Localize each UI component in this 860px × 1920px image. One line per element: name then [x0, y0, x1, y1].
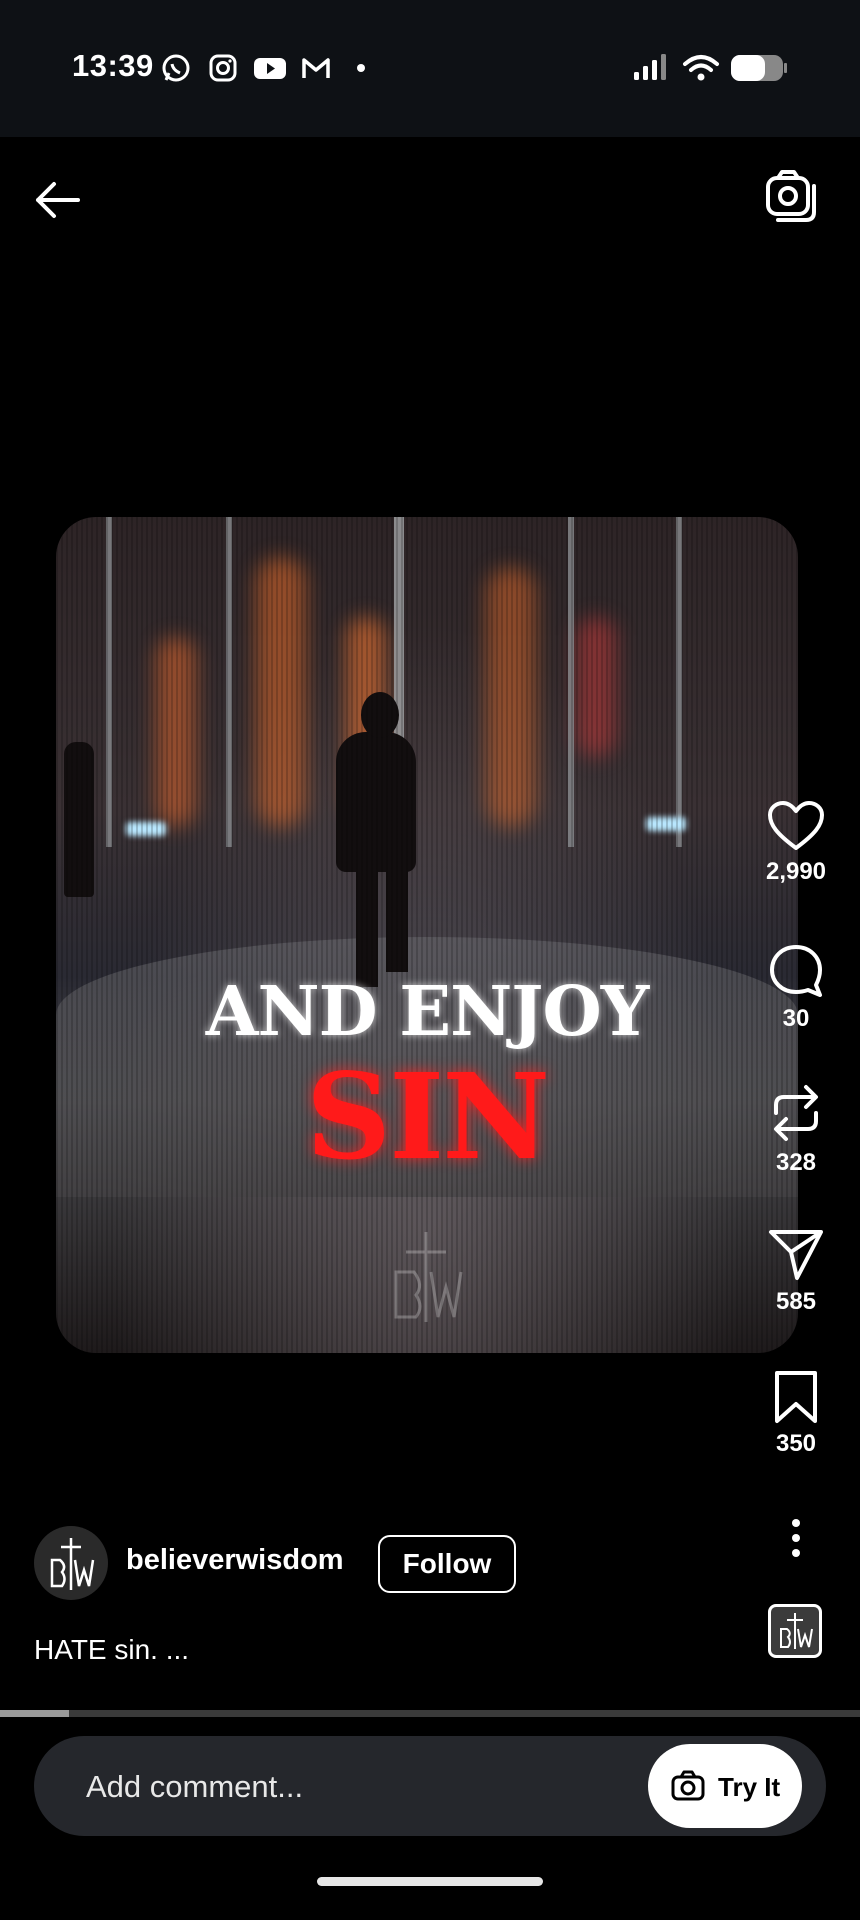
- save-button[interactable]: 350: [756, 1370, 836, 1458]
- btw-logo-icon: [50, 1538, 95, 1590]
- bookmark-icon: [775, 1371, 817, 1423]
- more-options-button[interactable]: [781, 1518, 811, 1558]
- audio-thumbnail[interactable]: [768, 1604, 822, 1658]
- signal-icon: [634, 54, 666, 80]
- comment-bubble-icon: [770, 945, 822, 997]
- post-caption[interactable]: HATE sin. ...: [34, 1634, 189, 1666]
- video-progress-fill: [0, 1710, 69, 1717]
- try-it-button[interactable]: Try It: [648, 1744, 802, 1828]
- follow-button[interactable]: Follow: [378, 1535, 516, 1593]
- home-indicator[interactable]: [317, 1877, 543, 1886]
- camera-button[interactable]: [764, 168, 820, 224]
- youtube-icon: [254, 58, 286, 79]
- share-count: 585: [775, 1288, 817, 1315]
- wifi-icon: [683, 55, 719, 81]
- more-vertical-icon: [792, 1519, 800, 1557]
- comment-count: 30: [782, 1005, 810, 1032]
- add-comment-input[interactable]: [84, 1736, 588, 1838]
- like-count: 2,990: [765, 858, 827, 885]
- gmail-icon: [302, 58, 330, 78]
- comment-bar: Try It: [34, 1736, 826, 1838]
- try-it-label: Try It: [718, 1772, 781, 1802]
- back-button[interactable]: [30, 172, 86, 228]
- repost-count: 328: [775, 1149, 817, 1176]
- comment-button[interactable]: 30: [756, 943, 836, 1033]
- repost-button[interactable]: 328: [756, 1083, 836, 1177]
- repost-icon: [774, 1085, 818, 1141]
- share-button[interactable]: 585: [756, 1228, 836, 1316]
- instagram-icon: [209, 54, 237, 82]
- like-button[interactable]: 2,990: [756, 800, 836, 886]
- btw-watermark-logo: [394, 1232, 463, 1322]
- heart-icon: [768, 801, 824, 850]
- video-overlay-line2: SIN: [305, 1047, 550, 1186]
- status-bar: 13:39: [0, 0, 860, 137]
- author-username[interactable]: believerwisdom: [126, 1544, 344, 1577]
- camera-icon: [766, 170, 816, 222]
- arrow-left-icon: [36, 182, 80, 218]
- battery-icon: [731, 55, 787, 81]
- save-count: 350: [775, 1430, 817, 1457]
- video-overlay-line1: AND ENJOY: [205, 972, 650, 1052]
- whatsapp-icon: [162, 54, 190, 82]
- btw-logo-icon: [780, 1613, 813, 1649]
- author-avatar[interactable]: [34, 1526, 108, 1600]
- send-icon: [769, 1230, 823, 1280]
- notification-dot: [357, 64, 365, 72]
- camera-icon: [671, 1770, 705, 1801]
- video-progress-bar[interactable]: [0, 1710, 860, 1717]
- video-player[interactable]: AND ENJOY SIN: [56, 517, 798, 1353]
- status-time: 13:39: [72, 48, 154, 83]
